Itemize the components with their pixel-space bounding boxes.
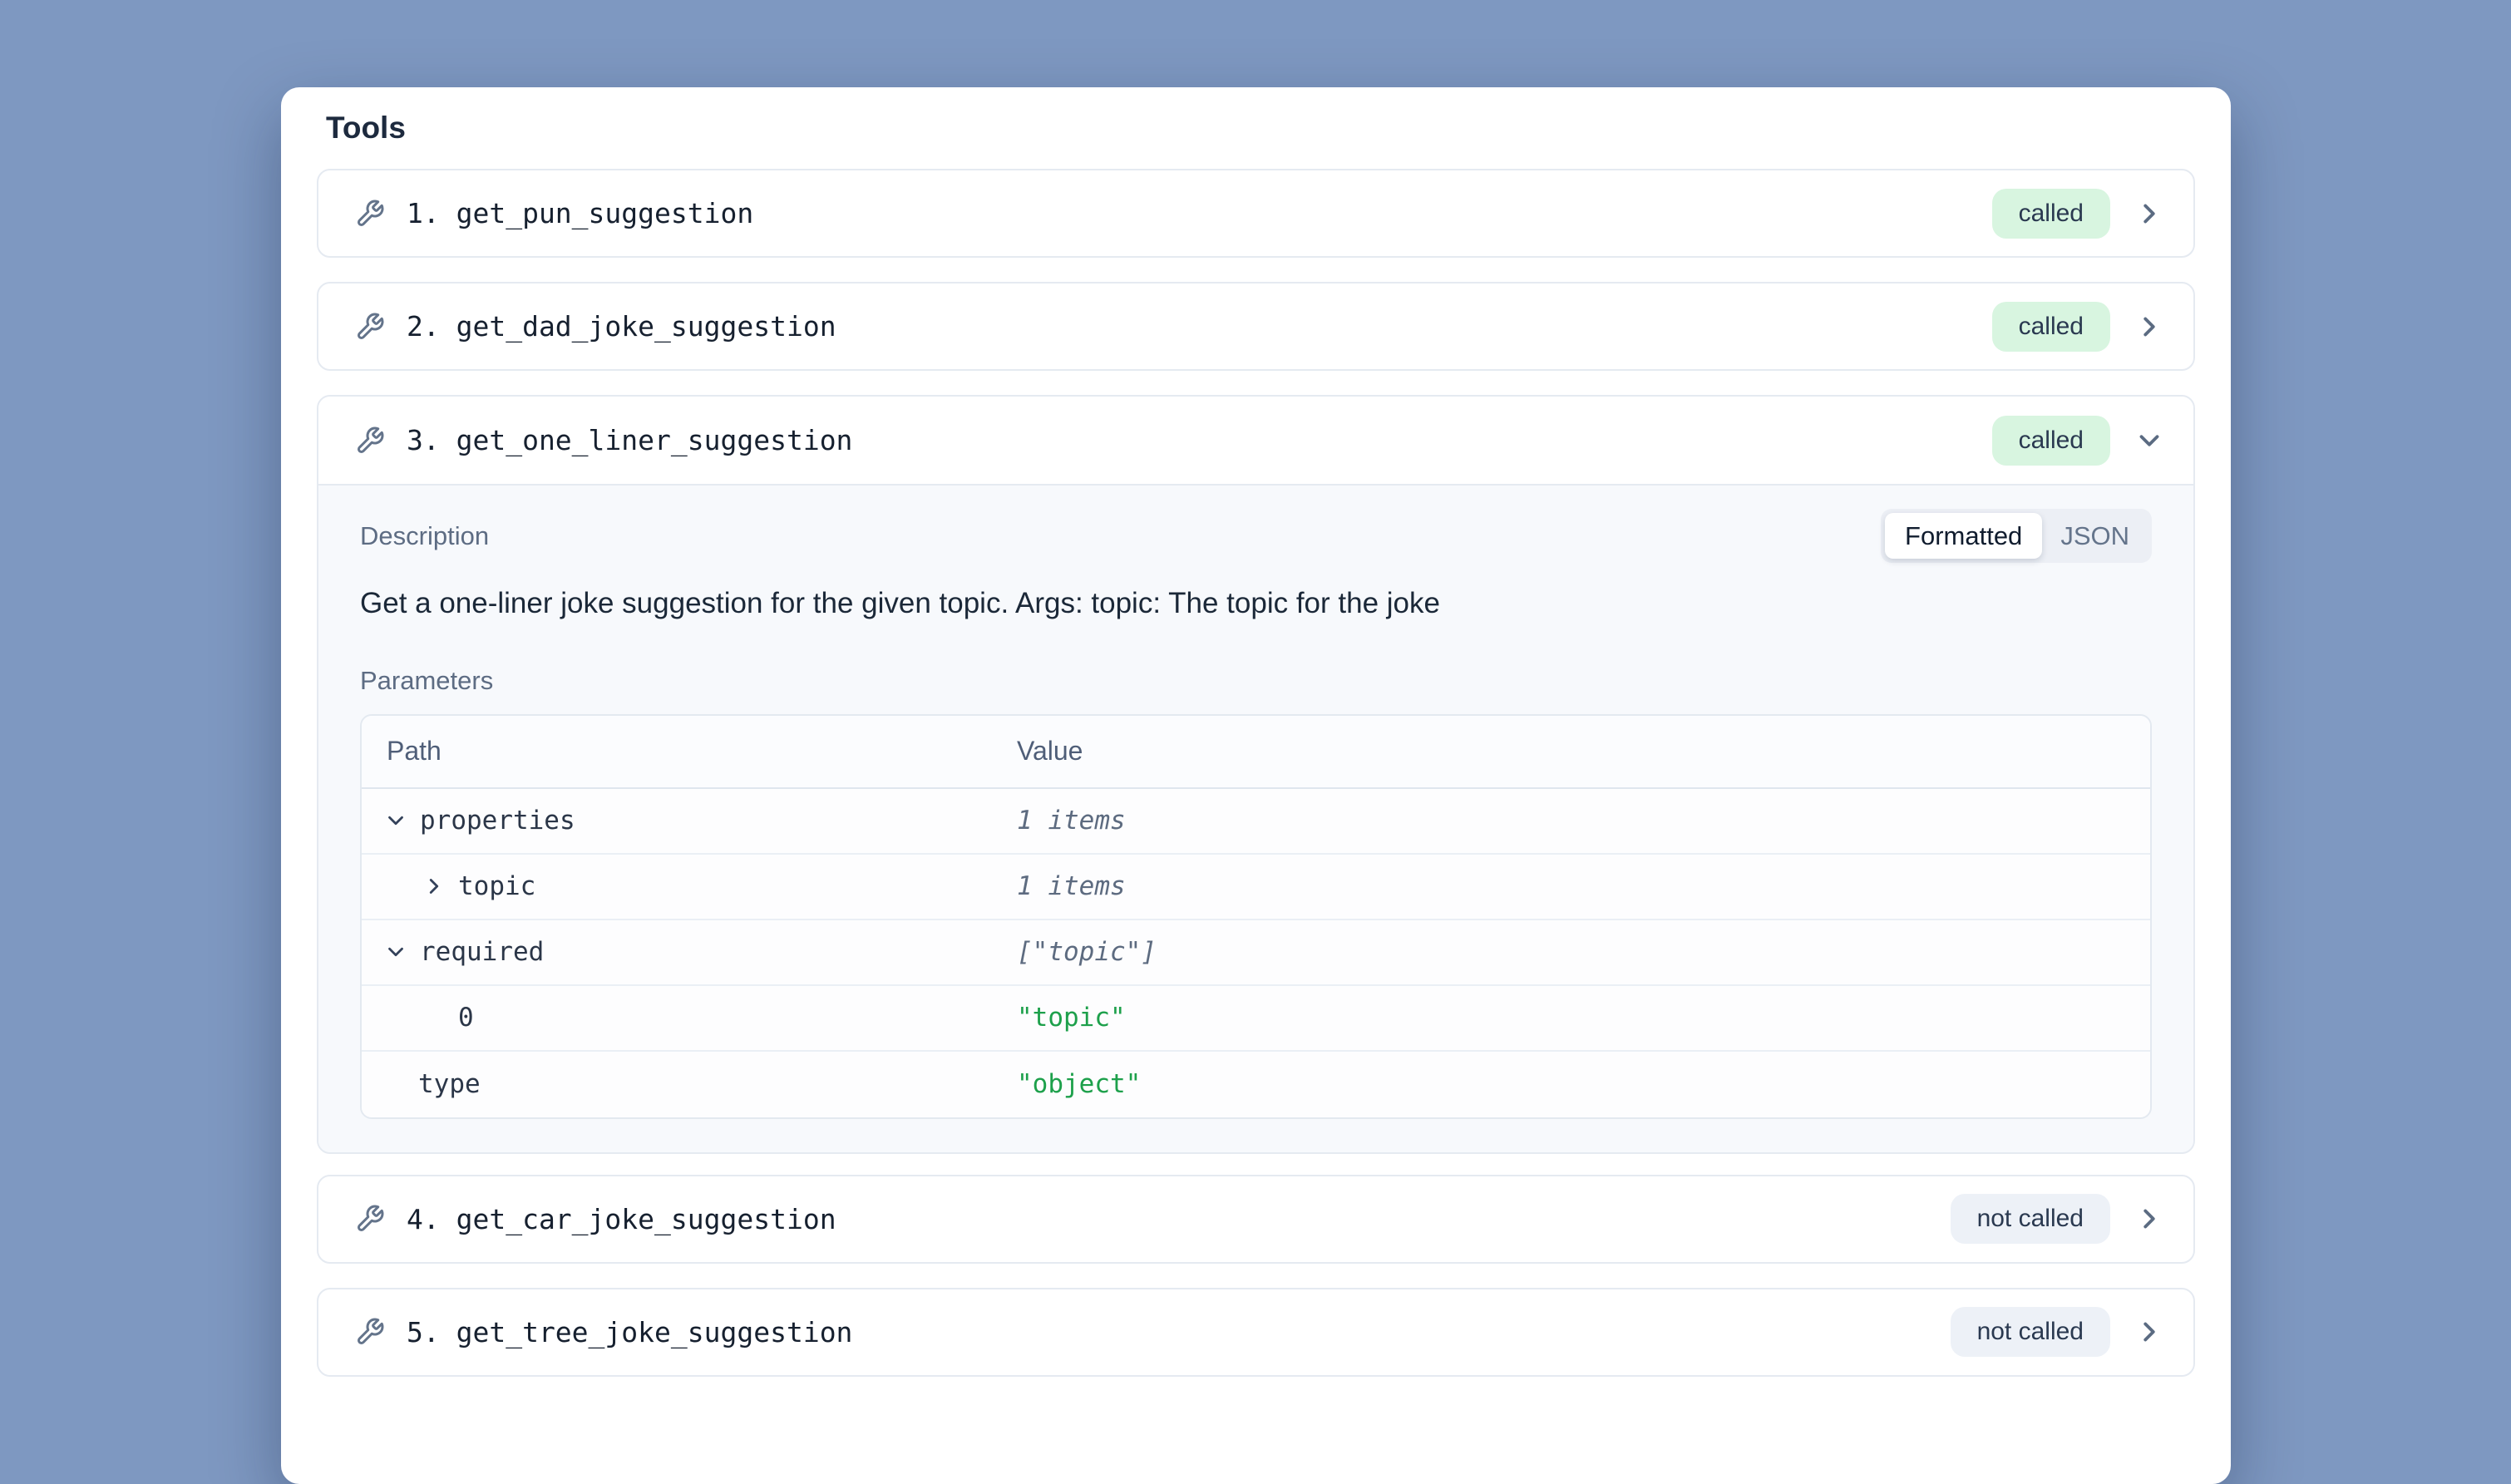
view-toggle: Formatted JSON: [1881, 509, 2152, 563]
parameters-table: Path Value properties 1 items topic 1: [360, 714, 2152, 1119]
chevron-down-icon[interactable]: [2134, 425, 2165, 456]
param-value: "topic": [1017, 1003, 2150, 1033]
chevron-right-icon[interactable]: [2134, 1316, 2165, 1348]
chevron-down-icon[interactable]: [383, 939, 408, 964]
tool-name: 1. get_pun_suggestion: [407, 197, 753, 229]
tool-description: Get a one-liner joke suggestion for the …: [360, 584, 2152, 623]
table-row-required[interactable]: required ["topic"]: [362, 920, 2150, 986]
chevron-down-icon[interactable]: [383, 808, 408, 833]
param-value: ["topic"]: [1017, 937, 2150, 967]
table-row-properties[interactable]: properties 1 items: [362, 789, 2150, 855]
wrench-icon: [355, 312, 385, 342]
chevron-right-icon[interactable]: [422, 874, 446, 899]
column-header-value: Value: [1017, 736, 2150, 767]
param-value: 1 items: [1017, 871, 2150, 901]
status-badge: not called: [1951, 1307, 2110, 1357]
param-value: 1 items: [1017, 806, 2150, 836]
wrench-icon: [355, 1317, 385, 1347]
status-badge: called: [1992, 416, 2110, 466]
wrench-icon: [355, 426, 385, 456]
parameters-label: Parameters: [360, 666, 2152, 696]
status-badge: called: [1992, 189, 2110, 239]
chevron-right-icon[interactable]: [2134, 1203, 2165, 1235]
tool-row-get-dad-joke-suggestion[interactable]: 2. get_dad_joke_suggestion called: [317, 282, 2195, 371]
param-key: type: [418, 1069, 481, 1099]
tool-row-get-tree-joke-suggestion[interactable]: 5. get_tree_joke_suggestion not called: [317, 1288, 2195, 1377]
status-badge: called: [1992, 302, 2110, 352]
tool-detail-panel: Description Formatted JSON Get a one-lin…: [318, 484, 2193, 1152]
param-key: properties: [420, 806, 575, 836]
column-header-path: Path: [362, 736, 1017, 767]
param-key: 0: [458, 1003, 474, 1033]
tool-name: 4. get_car_joke_suggestion: [407, 1203, 836, 1235]
param-key: required: [420, 937, 544, 967]
wrench-icon: [355, 1204, 385, 1234]
tool-name: 3. get_one_liner_suggestion: [407, 424, 852, 456]
chevron-right-icon[interactable]: [2134, 198, 2165, 229]
table-row-type: type "object": [362, 1052, 2150, 1117]
tool-group-expanded: 3. get_one_liner_suggestion called Descr…: [317, 395, 2195, 1154]
panel-title: Tools: [317, 109, 2195, 147]
description-label: Description: [360, 521, 489, 551]
param-key: topic: [458, 871, 535, 901]
wrench-icon: [355, 199, 385, 229]
table-row-required-0: 0 "topic": [362, 986, 2150, 1052]
table-header-row: Path Value: [362, 716, 2150, 789]
tool-row-get-pun-suggestion[interactable]: 1. get_pun_suggestion called: [317, 169, 2195, 258]
tool-name: 2. get_dad_joke_suggestion: [407, 310, 836, 343]
toggle-formatted[interactable]: Formatted: [1885, 513, 2042, 559]
toggle-json[interactable]: JSON: [2042, 513, 2148, 559]
table-row-topic[interactable]: topic 1 items: [362, 855, 2150, 920]
tool-row-get-one-liner-suggestion[interactable]: 3. get_one_liner_suggestion called: [318, 397, 2193, 484]
status-badge: not called: [1951, 1194, 2110, 1244]
param-value: "object": [1017, 1069, 2150, 1099]
tool-row-get-car-joke-suggestion[interactable]: 4. get_car_joke_suggestion not called: [317, 1175, 2195, 1264]
chevron-right-icon[interactable]: [2134, 311, 2165, 343]
tool-name: 5. get_tree_joke_suggestion: [407, 1316, 852, 1348]
desktop-background: { "panel": { "title": "Tools" }, "tools"…: [0, 0, 2511, 1412]
tools-panel: Tools 1. get_pun_suggestion called 2. ge…: [281, 87, 2231, 1484]
